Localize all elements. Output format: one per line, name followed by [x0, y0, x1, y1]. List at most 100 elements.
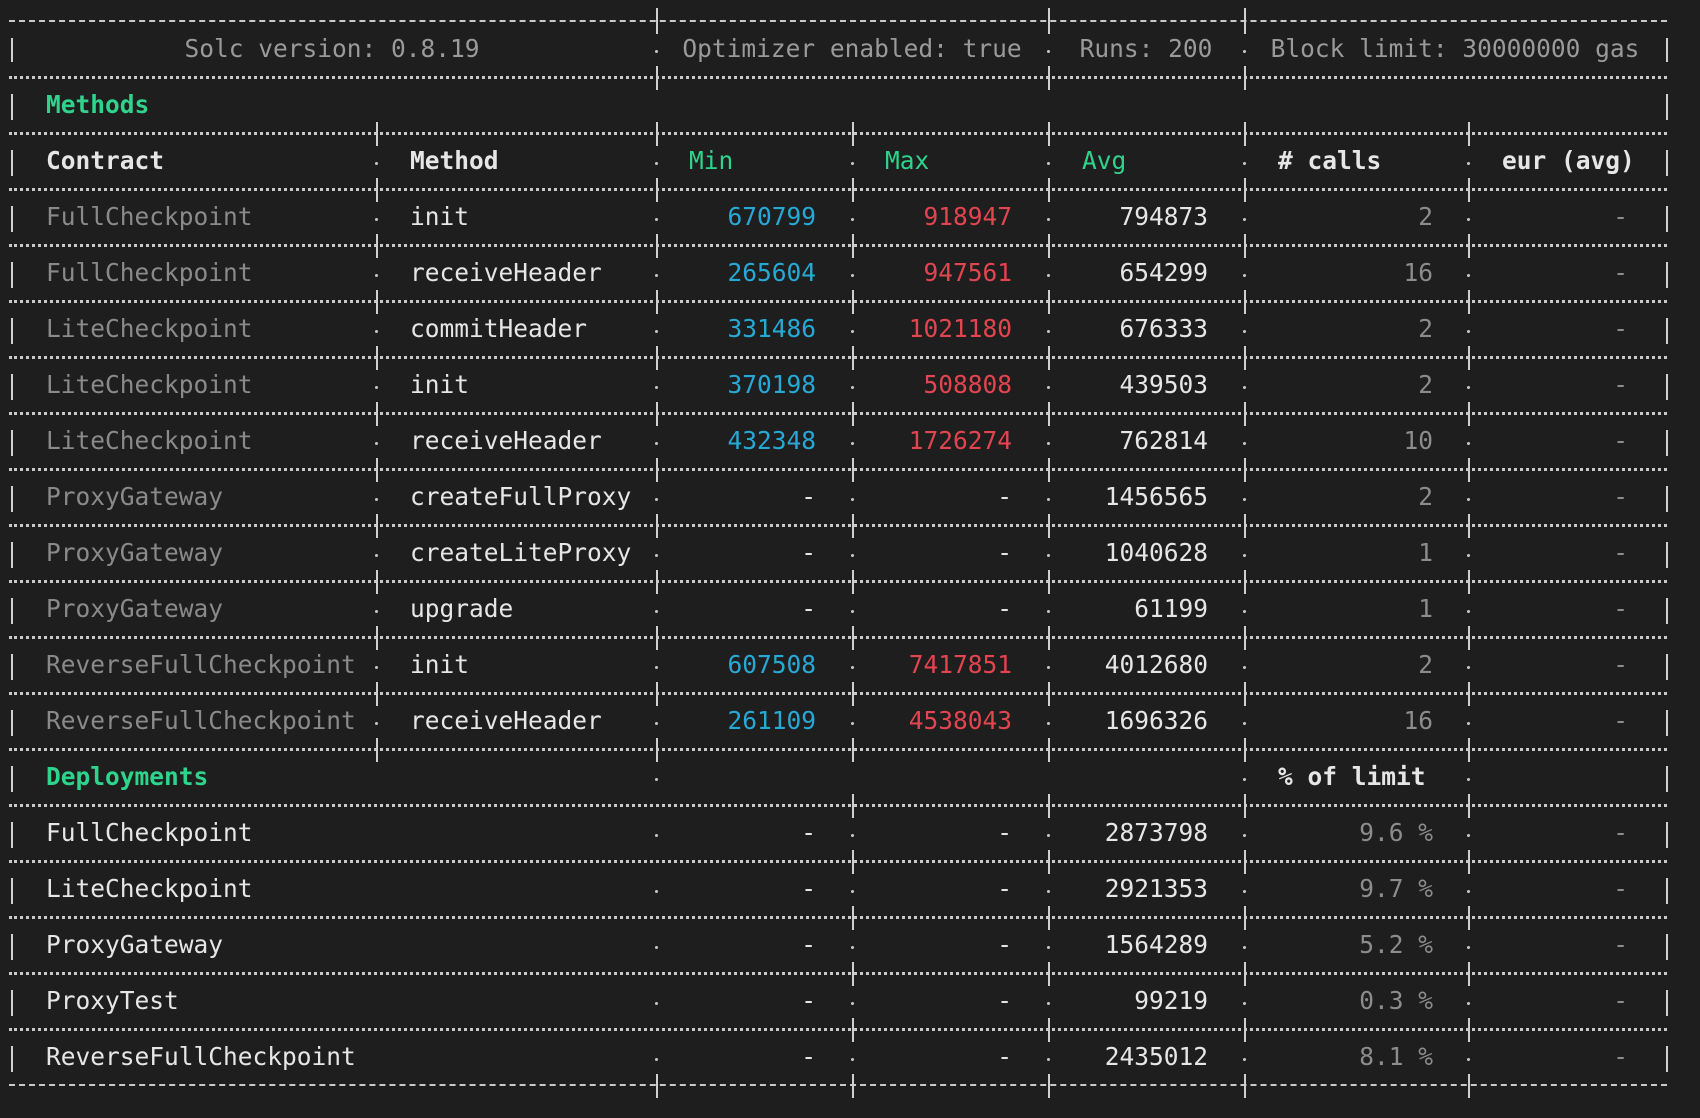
max-gas: - [997, 538, 1012, 567]
table-left-border [11, 934, 13, 960]
column-divider [656, 626, 658, 650]
column-divider [1048, 178, 1050, 202]
column-separator-dot [1467, 778, 1470, 781]
avg-gas: 654299 [1119, 258, 1208, 287]
table-left-border [11, 822, 13, 848]
column-separator-dot [1243, 386, 1246, 389]
column-divider [1244, 514, 1246, 538]
avg-gas: 762814 [1119, 426, 1208, 455]
table-right-border [1666, 318, 1668, 344]
column-divider [852, 626, 854, 650]
table-right-border [1666, 1046, 1668, 1072]
column-divider [1048, 514, 1050, 538]
contract-name: ProxyGateway [46, 930, 224, 959]
column-divider [852, 1074, 854, 1098]
column-divider [852, 346, 854, 370]
percent-of-limit: 0.3 % [1359, 986, 1433, 1015]
column-separator-dot [1047, 1058, 1050, 1061]
max-gas: - [997, 986, 1012, 1015]
column-divider [1048, 738, 1050, 762]
calls-count: 16 [1403, 258, 1433, 287]
column-separator-dot [1047, 218, 1050, 221]
max-gas: 7417851 [908, 650, 1012, 679]
eur-avg: - [1613, 538, 1628, 567]
column-separator-dot [1467, 274, 1470, 277]
column-divider [1468, 682, 1470, 706]
column-separator-dot [655, 666, 658, 669]
table-right-border [1666, 374, 1668, 400]
column-divider [1244, 122, 1246, 146]
column-divider [1244, 626, 1246, 650]
column-divider [376, 122, 378, 146]
column-divider [852, 906, 854, 930]
column-divider [1244, 66, 1246, 90]
column-divider [1048, 234, 1050, 258]
table-right-border [1666, 38, 1668, 62]
row-divider [9, 748, 1667, 751]
column-separator-dot [1047, 946, 1050, 949]
column-divider [1048, 682, 1050, 706]
avg-gas: 1040628 [1104, 538, 1208, 567]
table-right-border [1666, 766, 1668, 792]
column-divider [852, 234, 854, 258]
column-divider [1468, 738, 1470, 762]
table-right-border [1666, 654, 1668, 680]
table-left-border [11, 38, 13, 62]
table-right-border [1666, 542, 1668, 568]
column-separator-dot [655, 218, 658, 221]
max-gas: - [997, 930, 1012, 959]
contract-name: FullCheckpoint [46, 818, 253, 847]
column-separator-dot [1467, 1002, 1470, 1005]
column-divider [656, 458, 658, 482]
column-separator-dot [1243, 162, 1246, 165]
column-separator-dot [1047, 722, 1050, 725]
column-separator-dot [1467, 1058, 1470, 1061]
column-separator-dot [851, 498, 854, 501]
table-right-border [1666, 990, 1668, 1016]
block-limit: Block limit: 30000000 gas [1270, 34, 1640, 63]
method-name: createFullProxy [410, 482, 632, 511]
column-separator-dot [1243, 330, 1246, 333]
column-separator-dot [1047, 162, 1050, 165]
max-gas: - [997, 482, 1012, 511]
min-gas: 261109 [727, 706, 816, 735]
eur-avg: - [1613, 930, 1628, 959]
column-separator-dot [655, 554, 658, 557]
table-right-border [1666, 486, 1668, 512]
contract-name: ReverseFullCheckpoint [46, 650, 356, 679]
column-divider [1468, 1018, 1470, 1042]
min-gas: 607508 [727, 650, 816, 679]
column-divider [1468, 794, 1470, 818]
column-separator-dot [1467, 330, 1470, 333]
column-divider [1468, 906, 1470, 930]
column-divider [1244, 1074, 1246, 1098]
eur-avg: - [1613, 1042, 1628, 1071]
avg-gas: 2921353 [1104, 874, 1208, 903]
column-separator-dot [851, 554, 854, 557]
min-gas: - [801, 594, 816, 623]
column-separator-dot [1467, 162, 1470, 165]
eur-avg: - [1613, 594, 1628, 623]
table-left-border [11, 990, 13, 1016]
column-divider [1468, 346, 1470, 370]
min-gas: - [801, 930, 816, 959]
column-separator-dot [655, 722, 658, 725]
min-gas: - [801, 1042, 816, 1071]
column-separator-dot [851, 274, 854, 277]
column-divider [656, 346, 658, 370]
table-left-border [11, 654, 13, 680]
column-separator-dot [1243, 274, 1246, 277]
column-divider [1048, 1074, 1050, 1098]
column-separator-dot [1047, 498, 1050, 501]
calls-count: 10 [1403, 426, 1433, 455]
column-separator-dot [375, 274, 378, 277]
column-separator-dot [655, 946, 658, 949]
table-left-border [11, 430, 13, 456]
column-divider [1244, 906, 1246, 930]
column-separator-dot [1047, 442, 1050, 445]
method-name: receiveHeader [410, 426, 602, 455]
column-divider [1048, 906, 1050, 930]
column-separator-dot [375, 162, 378, 165]
column-separator-dot [1467, 666, 1470, 669]
contract-name: ReverseFullCheckpoint [46, 1042, 356, 1071]
